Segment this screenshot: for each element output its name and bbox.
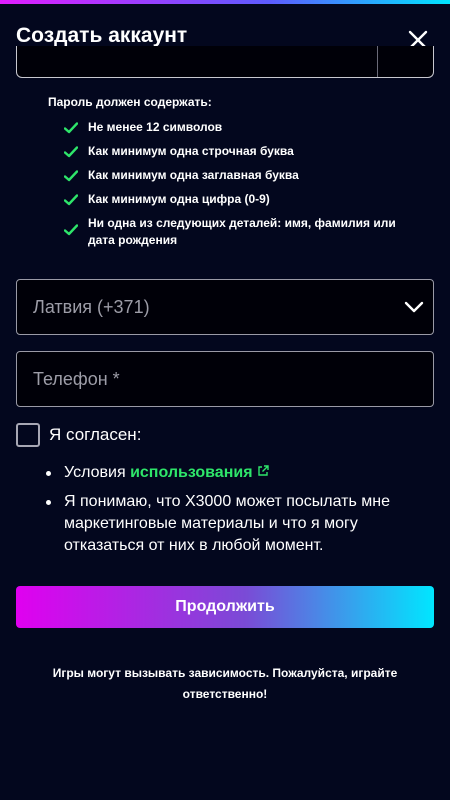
country-code-value: Латвия (+371) <box>33 297 150 317</box>
check-icon <box>64 146 78 158</box>
phone-input[interactable]: Телефон * <box>16 351 434 407</box>
password-rule-label: Как минимум одна цифра (0-9) <box>88 192 270 206</box>
password-rule-label: Как минимум одна заглавная буква <box>88 168 299 182</box>
chevron-down-icon <box>404 301 424 313</box>
agreement-list: Условия использования Я понимаю, что X30… <box>46 462 416 557</box>
page-title: Создать аккаунт <box>16 24 188 47</box>
phone-placeholder: Телефон * <box>33 369 120 389</box>
external-link-icon <box>257 465 269 476</box>
terms-link[interactable]: использования <box>130 464 269 481</box>
password-rule: Как минимум одна цифра (0-9) <box>64 191 408 208</box>
password-field[interactable] <box>16 46 434 78</box>
terms-link-label: использования <box>130 464 253 481</box>
continue-button[interactable]: Продолжить <box>16 586 434 628</box>
check-icon <box>64 122 78 134</box>
marketing-consent-text: Я понимаю, что X3000 может посылать мне … <box>64 493 391 554</box>
password-rule-label: Как минимум одна строчная буква <box>88 144 294 158</box>
terms-prefix: Условия <box>64 464 131 481</box>
responsible-gaming-disclaimer: Игры могут вызывать зависимость. Пожалуй… <box>52 666 398 701</box>
password-rule-label: Не менее 12 символов <box>88 120 223 134</box>
country-code-select[interactable]: Латвия (+371) <box>16 279 434 335</box>
agree-label: Я согласен: <box>49 425 142 444</box>
password-rule: Ни одна из следующих деталей: имя, фамил… <box>64 215 408 249</box>
password-rule: Как минимум одна заглавная буква <box>64 167 408 184</box>
agree-checkbox[interactable] <box>16 423 40 447</box>
password-rule-label: Ни одна из следующих деталей: имя, фамил… <box>88 216 396 247</box>
list-item: Условия использования <box>46 462 416 484</box>
check-icon <box>64 170 78 182</box>
password-rules-title: Пароль должен содержать: <box>48 95 212 109</box>
list-item: Я понимаю, что X3000 может посылать мне … <box>46 491 416 557</box>
password-rule: Как минимум одна строчная буква <box>64 143 408 160</box>
agree-row: Я согласен: <box>16 423 141 447</box>
field-divider <box>377 46 378 77</box>
check-icon <box>64 224 78 236</box>
check-icon <box>64 194 78 206</box>
password-rule: Не менее 12 символов <box>64 119 408 136</box>
